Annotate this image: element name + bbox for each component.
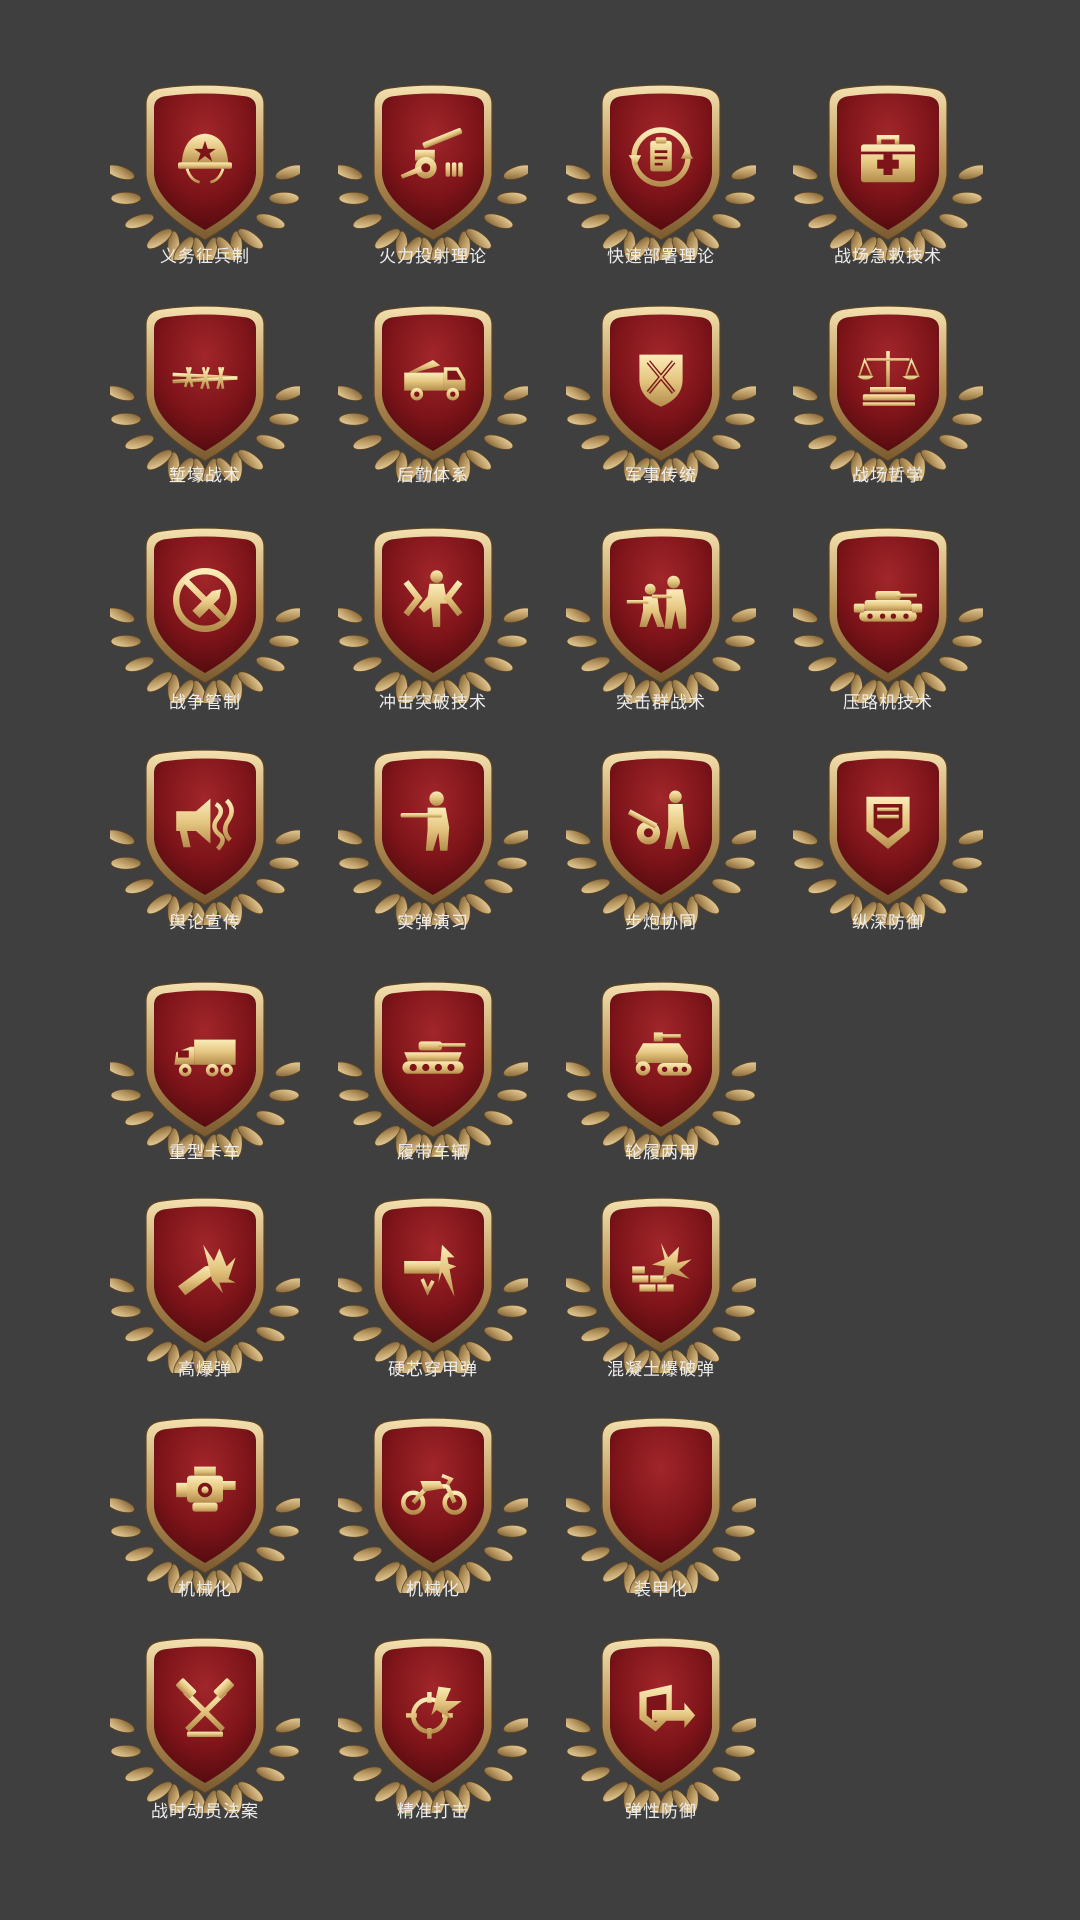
badge-label: 装甲化 bbox=[634, 1580, 688, 1600]
badge-label: 硬芯穿甲弹 bbox=[388, 1360, 478, 1380]
tech-badge[interactable]: 战争管制 bbox=[110, 513, 300, 763]
badge-label: 舆论宣传 bbox=[169, 913, 241, 933]
badge-emblem bbox=[338, 1637, 528, 1813]
badge-label: 军事传统 bbox=[625, 466, 697, 486]
badge-emblem bbox=[338, 84, 528, 260]
tech-badge[interactable]: 履带车辆 bbox=[338, 967, 528, 1217]
badge-emblem bbox=[110, 1417, 300, 1593]
tech-badge[interactable]: 重型卡车 bbox=[110, 967, 300, 1217]
badge-emblem bbox=[110, 527, 300, 703]
tech-badge[interactable]: 义务征兵制 bbox=[110, 70, 300, 320]
tech-badge[interactable]: 战场哲学 bbox=[793, 291, 983, 541]
badge-label: 重型卡车 bbox=[169, 1143, 241, 1163]
badge-label: 冲击突破技术 bbox=[379, 693, 487, 713]
badge-label: 混凝土爆破弹 bbox=[607, 1360, 715, 1380]
badge-label: 突击群战术 bbox=[616, 693, 706, 713]
badge-label: 压路机技术 bbox=[843, 693, 933, 713]
tech-badge[interactable]: 纵深防御 bbox=[793, 735, 983, 985]
tech-badge[interactable]: 堑壕战术 bbox=[110, 291, 300, 541]
badge-emblem bbox=[566, 527, 756, 703]
badge-emblem bbox=[110, 84, 300, 260]
badge-label: 战场急救技术 bbox=[834, 247, 942, 267]
tech-badge[interactable]: 战场急救技术 bbox=[793, 70, 983, 320]
badge-emblem bbox=[566, 749, 756, 925]
badge-label: 纵深防御 bbox=[852, 913, 924, 933]
tech-badge[interactable]: 步炮协同 bbox=[566, 735, 756, 985]
badge-emblem bbox=[566, 305, 756, 481]
tech-badge[interactable]: 战时动员法案 bbox=[110, 1623, 300, 1873]
badge-emblem bbox=[793, 84, 983, 260]
badge-label: 义务征兵制 bbox=[160, 247, 250, 267]
badge-emblem bbox=[566, 1197, 756, 1373]
tech-badge[interactable]: 冲击突破技术 bbox=[338, 513, 528, 763]
badge-emblem bbox=[338, 1197, 528, 1373]
badge-label: 履带车辆 bbox=[397, 1143, 469, 1163]
tech-badge[interactable]: 弹性防御 bbox=[566, 1623, 756, 1873]
badge-label: 机械化 bbox=[178, 1580, 232, 1600]
badge-emblem bbox=[566, 1417, 756, 1593]
badge-label: 轮履两用 bbox=[625, 1143, 697, 1163]
badge-emblem bbox=[793, 527, 983, 703]
tech-badge[interactable]: 军事传统 bbox=[566, 291, 756, 541]
tech-badge[interactable]: 后勤体系 bbox=[338, 291, 528, 541]
tech-badge[interactable]: 精准打击 bbox=[338, 1623, 528, 1873]
badge-emblem bbox=[110, 981, 300, 1157]
tech-badge[interactable]: 轮履两用 bbox=[566, 967, 756, 1217]
badge-label: 弹性防御 bbox=[625, 1802, 697, 1822]
badge-label: 战场哲学 bbox=[852, 466, 924, 486]
tech-badge[interactable]: 机械化 bbox=[110, 1403, 300, 1653]
badge-emblem bbox=[110, 1637, 300, 1813]
tech-badge[interactable]: 快速部署理论 bbox=[566, 70, 756, 320]
badge-label: 步炮协同 bbox=[625, 913, 697, 933]
badge-label: 实弹演习 bbox=[397, 913, 469, 933]
badge-label: 精准打击 bbox=[397, 1802, 469, 1822]
badge-emblem bbox=[338, 1417, 528, 1593]
tech-badge[interactable]: 突击群战术 bbox=[566, 513, 756, 763]
badge-emblem bbox=[110, 305, 300, 481]
badge-emblem bbox=[566, 1637, 756, 1813]
tech-badge[interactable]: 舆论宣传 bbox=[110, 735, 300, 985]
badge-label: 火力投射理论 bbox=[379, 247, 487, 267]
badge-emblem bbox=[110, 1197, 300, 1373]
badge-emblem bbox=[338, 527, 528, 703]
badge-emblem bbox=[338, 305, 528, 481]
badge-emblem bbox=[793, 305, 983, 481]
badge-label: 堑壕战术 bbox=[169, 466, 241, 486]
tech-badge[interactable]: 高爆弹 bbox=[110, 1183, 300, 1433]
tech-badge[interactable]: 火力投射理论 bbox=[338, 70, 528, 320]
tech-badge[interactable]: 机械化 bbox=[338, 1403, 528, 1653]
badge-emblem bbox=[110, 749, 300, 925]
badge-emblem bbox=[793, 749, 983, 925]
technology-badge-grid: 义务征兵制 火力投射理论 快速部署理论 战场急救技术 堑壕战术 后勤体系 军事传… bbox=[0, 0, 1080, 1920]
badge-label: 快速部署理论 bbox=[607, 247, 715, 267]
badge-label: 后勤体系 bbox=[397, 466, 469, 486]
tech-badge[interactable]: 压路机技术 bbox=[793, 513, 983, 763]
badge-label: 高爆弹 bbox=[178, 1360, 232, 1380]
tech-badge[interactable]: 硬芯穿甲弹 bbox=[338, 1183, 528, 1433]
tech-badge[interactable]: 实弹演习 bbox=[338, 735, 528, 985]
scales-book-icon bbox=[857, 351, 920, 406]
badge-label: 战争管制 bbox=[169, 693, 241, 713]
tech-badge[interactable]: 混凝土爆破弹 bbox=[566, 1183, 756, 1433]
badge-emblem bbox=[338, 981, 528, 1157]
badge-emblem bbox=[338, 749, 528, 925]
badge-emblem bbox=[566, 84, 756, 260]
badge-label: 机械化 bbox=[406, 1580, 460, 1600]
badge-emblem bbox=[566, 981, 756, 1157]
tech-badge[interactable]: 装甲化 bbox=[566, 1403, 756, 1653]
badge-label: 战时动员法案 bbox=[151, 1802, 259, 1822]
